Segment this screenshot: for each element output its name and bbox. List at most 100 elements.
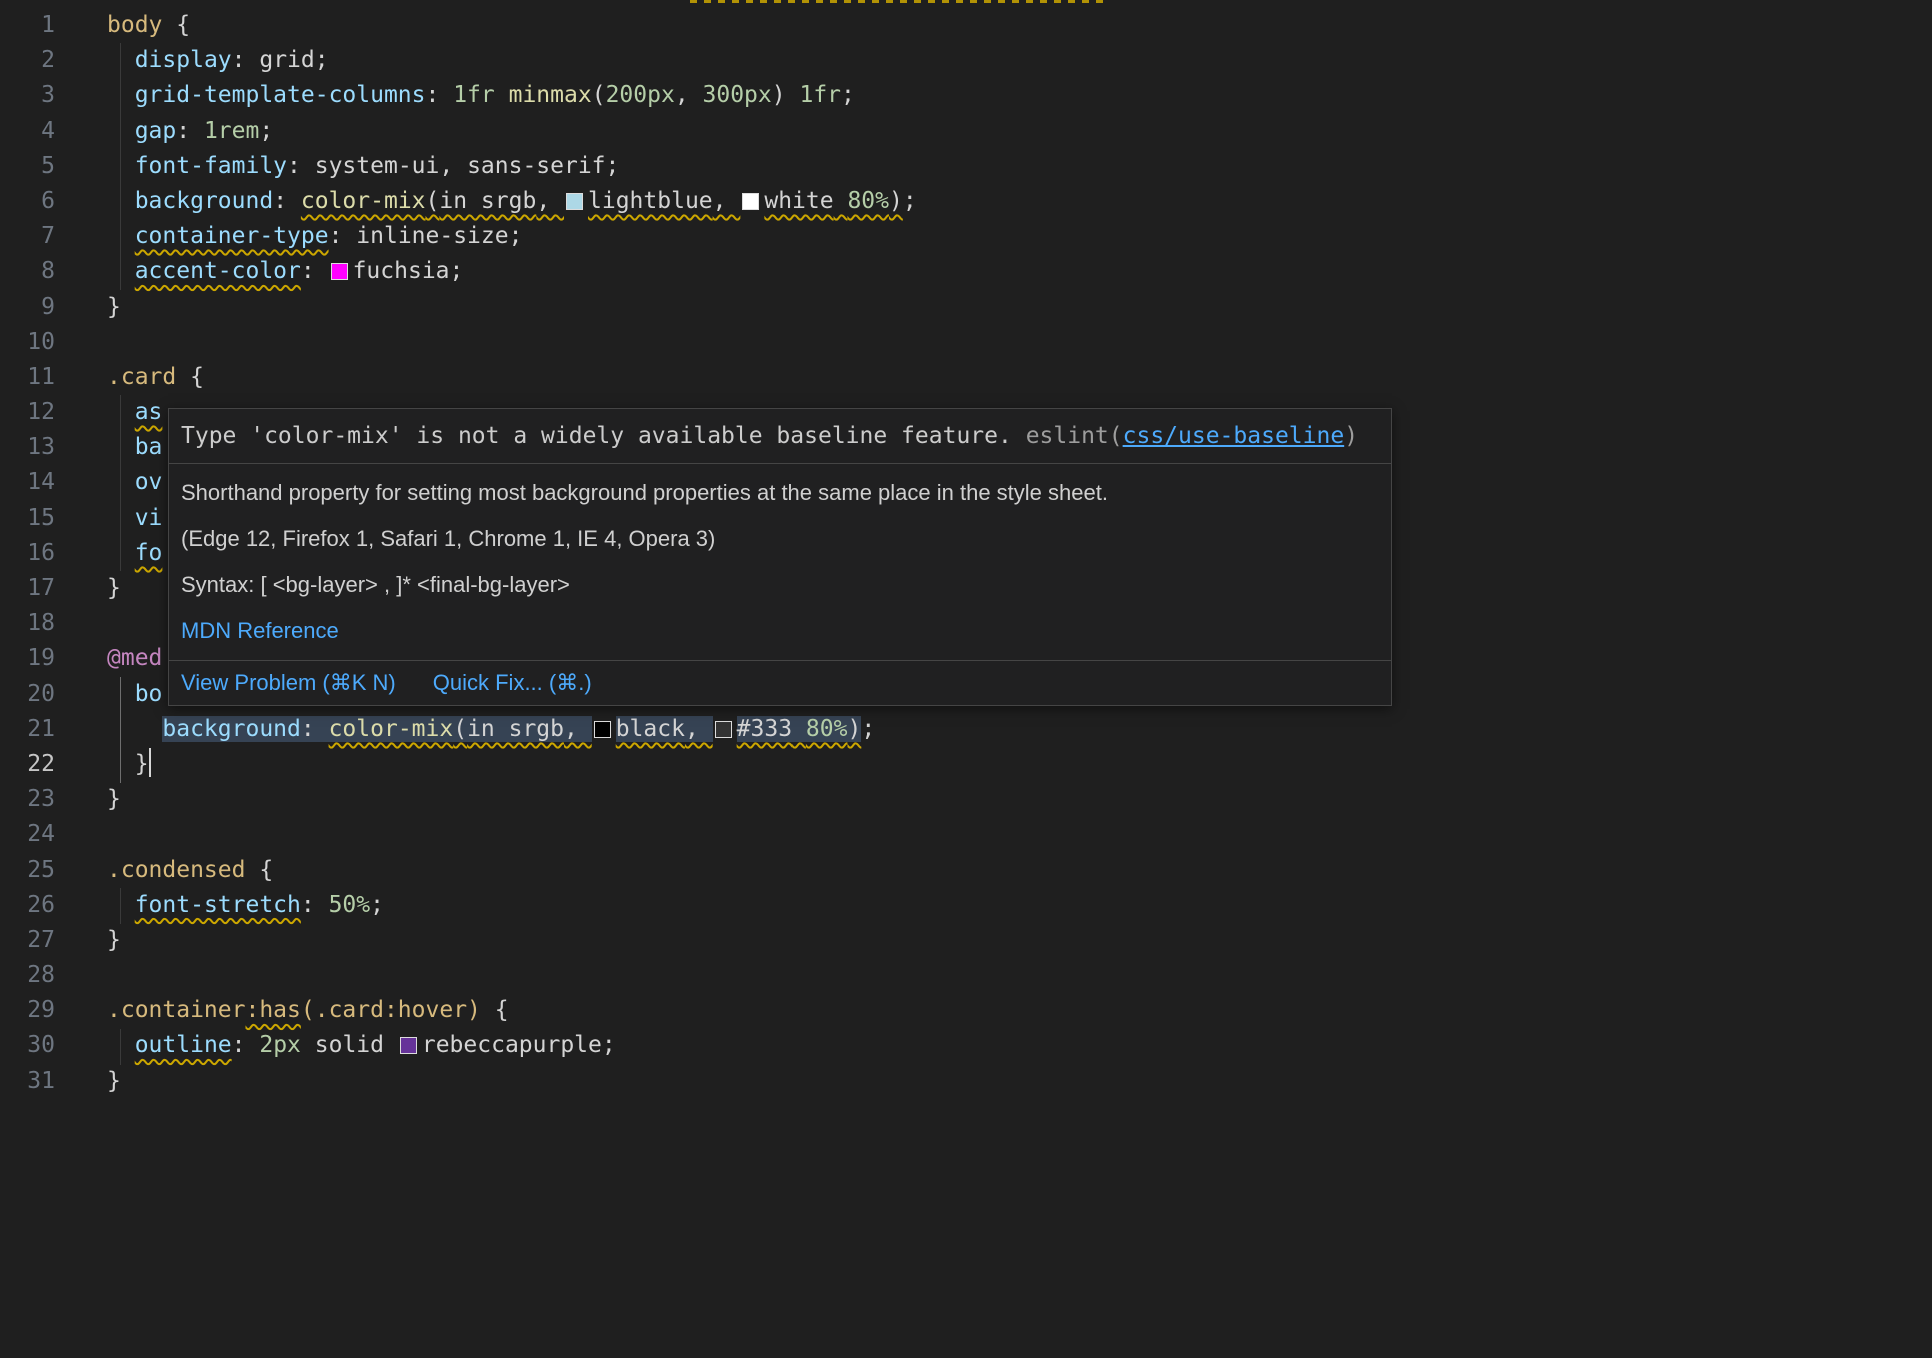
docs-description: Shorthand property for setting most back… xyxy=(181,479,1379,507)
code-line[interactable]: 11.card { xyxy=(0,360,1932,395)
line-number[interactable]: 29 xyxy=(0,993,55,1028)
line-number[interactable]: 19 xyxy=(0,641,55,676)
code-line[interactable]: 6 background: color-mix(in srgb, lightbl… xyxy=(0,184,1932,219)
code-token: ; xyxy=(370,892,384,918)
color-swatch[interactable] xyxy=(400,1037,417,1054)
code-content: } xyxy=(107,747,151,782)
view-problem-button[interactable]: View Problem (⌘K N) xyxy=(181,669,396,697)
code-token: ) xyxy=(889,188,903,214)
code-line[interactable]: 2 display: grid; xyxy=(0,43,1932,78)
code-token: font-stretch xyxy=(135,892,301,918)
line-number[interactable]: 28 xyxy=(0,958,55,993)
code-line[interactable]: 10 xyxy=(0,325,1932,360)
eslint-rule-link[interactable]: css/use-baseline xyxy=(1123,423,1345,449)
line-number[interactable]: 2 xyxy=(0,43,55,78)
quick-fix-button[interactable]: Quick Fix... (⌘.) xyxy=(433,669,592,697)
code-token: ; xyxy=(450,258,464,284)
code-line[interactable]: 1 body { xyxy=(0,8,1932,43)
code-token: accent-color xyxy=(135,258,301,284)
code-token: in srgb xyxy=(467,716,564,742)
code-token: sans-serif xyxy=(467,153,605,179)
code-token: ; xyxy=(903,188,917,214)
line-number[interactable]: 14 xyxy=(0,465,55,500)
line-number[interactable]: 18 xyxy=(0,606,55,641)
line-number[interactable]: 16 xyxy=(0,536,55,571)
code-line[interactable]: 3 grid-template-columns: 1fr minmax(200p… xyxy=(0,78,1932,113)
code-token: ; xyxy=(602,1032,616,1058)
line-number[interactable]: 9 xyxy=(0,290,55,325)
color-swatch[interactable] xyxy=(594,721,611,738)
indent-guide xyxy=(120,1029,121,1065)
code-token xyxy=(107,716,162,742)
line-number[interactable]: 7 xyxy=(0,219,55,254)
line-number[interactable]: 31 xyxy=(0,1064,55,1099)
code-line[interactable]: 5 font-family: system-ui, sans-serif; xyxy=(0,149,1932,184)
code-token: 2px xyxy=(259,1032,301,1058)
color-swatch[interactable] xyxy=(715,721,732,738)
line-number[interactable]: 26 xyxy=(0,888,55,923)
hover-actions: View Problem (⌘K N) Quick Fix... (⌘.) xyxy=(169,660,1391,705)
code-token: vi xyxy=(135,505,163,531)
code-line[interactable]: 26 font-stretch: 50%; xyxy=(0,888,1932,923)
line-number[interactable]: 25 xyxy=(0,853,55,888)
indent-guide-active xyxy=(120,677,121,783)
code-line[interactable]: 9} xyxy=(0,290,1932,325)
line-number[interactable]: 8 xyxy=(0,254,55,289)
text-cursor xyxy=(149,748,151,777)
code-content: fo xyxy=(107,536,162,571)
code-content: body { xyxy=(107,8,190,43)
code-line[interactable]: 27} xyxy=(0,923,1932,958)
code-token: } xyxy=(107,786,121,812)
code-line[interactable]: 30 outline: 2px solid rebeccapurple; xyxy=(0,1028,1932,1063)
line-number[interactable]: 1 xyxy=(0,8,55,43)
line-number[interactable]: 5 xyxy=(0,149,55,184)
line-number[interactable]: 27 xyxy=(0,923,55,958)
code-line[interactable]: 7 container-type: inline-size; xyxy=(0,219,1932,254)
line-number[interactable]: 17 xyxy=(0,571,55,606)
line-number[interactable]: 4 xyxy=(0,114,55,149)
line-number[interactable]: 30 xyxy=(0,1028,55,1063)
code-line[interactable]: 23} xyxy=(0,782,1932,817)
line-number[interactable]: 6 xyxy=(0,184,55,219)
code-token: , xyxy=(675,82,703,108)
line-number[interactable]: 20 xyxy=(0,677,55,712)
diagnostic-row: Type 'color-mix' is not a widely availab… xyxy=(169,409,1391,463)
color-swatch[interactable] xyxy=(742,193,759,210)
line-number[interactable]: 10 xyxy=(0,325,55,360)
line-number[interactable]: 3 xyxy=(0,78,55,113)
code-token xyxy=(834,188,848,214)
code-line[interactable]: 22 } xyxy=(0,747,1932,782)
line-number[interactable]: 21 xyxy=(0,712,55,747)
line-number[interactable]: 15 xyxy=(0,501,55,536)
diagnostic-message: Type 'color-mix' is not a widely availab… xyxy=(181,423,1026,449)
code-line[interactable]: 4 gap: 1rem; xyxy=(0,114,1932,149)
code-line[interactable]: 24 xyxy=(0,817,1932,852)
line-number[interactable]: 11 xyxy=(0,360,55,395)
docs-syntax: Syntax: [ <bg-layer> , ]* <final-bg-laye… xyxy=(181,571,1379,599)
code-content: .container:has(.card:hover) { xyxy=(107,993,509,1028)
code-line[interactable]: 29 .container:has(.card:hover) { xyxy=(0,993,1932,1028)
code-line[interactable]: 21 background: color-mix(in srgb, black,… xyxy=(0,712,1932,747)
code-content: vi xyxy=(107,501,162,536)
code-token: #333 xyxy=(737,716,792,742)
code-content: } xyxy=(107,290,121,325)
code-line[interactable]: 25.condensed { xyxy=(0,853,1932,888)
line-number[interactable]: 24 xyxy=(0,817,55,852)
code-token: ba xyxy=(135,434,163,460)
mdn-reference-link[interactable]: MDN Reference xyxy=(181,618,339,643)
code-line[interactable]: 28 xyxy=(0,958,1932,993)
line-number[interactable]: 22 xyxy=(0,747,55,782)
code-token: 50% xyxy=(329,892,371,918)
line-number[interactable]: 23 xyxy=(0,782,55,817)
code-token: { xyxy=(481,997,509,1023)
color-swatch[interactable] xyxy=(566,193,583,210)
code-line[interactable]: 31} xyxy=(0,1064,1932,1099)
code-token: : xyxy=(287,153,315,179)
line-number[interactable]: 13 xyxy=(0,430,55,465)
code-token: : xyxy=(176,118,204,144)
line-number[interactable]: 12 xyxy=(0,395,55,430)
code-content: background: color-mix(in srgb, black, #3… xyxy=(107,712,875,747)
code-content: outline: 2px solid rebeccapurple; xyxy=(107,1028,616,1063)
code-line[interactable]: 8 accent-color: fuchsia; xyxy=(0,254,1932,289)
color-swatch[interactable] xyxy=(331,263,348,280)
